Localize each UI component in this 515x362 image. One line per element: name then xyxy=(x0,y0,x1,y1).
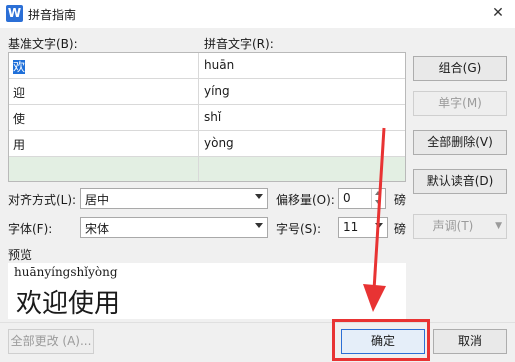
arrow-shaft xyxy=(372,127,386,291)
annotation-arrow xyxy=(363,127,386,312)
ok-button-highlight xyxy=(332,319,430,361)
arrow-head xyxy=(363,284,386,312)
